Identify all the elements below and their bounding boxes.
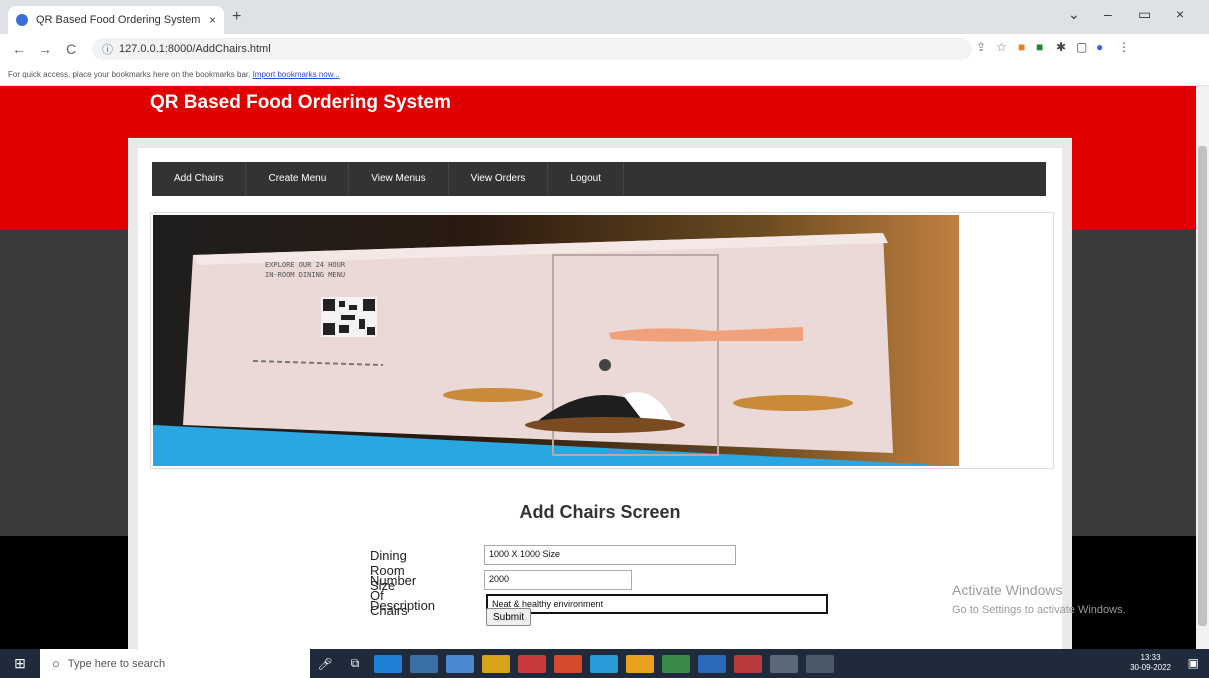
- sidepanel-icon[interactable]: ▢: [1076, 40, 1087, 54]
- banner-illustration: EXPLORE OUR 24 HOUR IN-ROOM DINING MENU: [153, 233, 959, 466]
- menu-item-view-orders[interactable]: View Orders: [449, 162, 549, 196]
- system-clock[interactable]: 13:33 30-09-2022: [1130, 653, 1171, 673]
- store-icon[interactable]: [410, 654, 438, 673]
- menu-item-view-menus[interactable]: View Menus: [349, 162, 449, 196]
- address-bar-row: ← → C ⓘ 127.0.0.1:8000/AddChairs.html: [0, 34, 1209, 64]
- tab-title: QR Based Food Ordering System: [36, 14, 201, 26]
- windows-start-icon[interactable]: ⊞: [0, 655, 40, 672]
- banner-text-2: IN-ROOM DINING MENU: [265, 271, 345, 279]
- microphone-icon[interactable]: 🎤︎: [310, 657, 340, 671]
- app-icon-1[interactable]: [446, 654, 474, 673]
- page-viewport: QR Based Food Ordering System Add Chairs…: [0, 86, 1196, 649]
- menu-item-create-menu[interactable]: Create Menu: [246, 162, 350, 196]
- url-text: 127.0.0.1:8000/AddChairs.html: [119, 43, 271, 55]
- search-icon: ○: [52, 656, 60, 671]
- windows-taskbar: ⊞ ○ Type here to search 🎤︎ ⧉ 13:33 30-09…: [0, 649, 1209, 678]
- site-info-icon[interactable]: ⓘ: [102, 41, 113, 57]
- nav-menu: Add Chairs Create Menu View Menus View O…: [152, 162, 1046, 196]
- app-icon-6[interactable]: [698, 654, 726, 673]
- file-explorer-icon[interactable]: [482, 654, 510, 673]
- import-bookmarks-link[interactable]: Import bookmarks now...: [253, 70, 340, 79]
- banner-frame: EXPLORE OUR 24 HOUR IN-ROOM DINING MENU: [150, 212, 1054, 469]
- banner-image: EXPLORE OUR 24 HOUR IN-ROOM DINING MENU: [153, 215, 959, 466]
- task-view-icon[interactable]: ⧉: [340, 656, 370, 671]
- edge-browser-icon[interactable]: [374, 654, 402, 673]
- number-of-chairs-input[interactable]: 2000: [484, 570, 632, 590]
- forward-button[interactable]: →: [32, 41, 58, 57]
- taskbar-search-input[interactable]: ○ Type here to search: [40, 649, 310, 678]
- notification-icon[interactable]: ▣: [1188, 656, 1199, 670]
- taskbar-search-placeholder: Type here to search: [67, 657, 166, 670]
- bookmarks-bar: For quick access, place your bookmarks h…: [0, 64, 1209, 86]
- menu-item-add-chairs[interactable]: Add Chairs: [152, 162, 247, 196]
- form-title: Add Chairs Screen: [519, 502, 681, 522]
- banner-text-1: EXPLORE OUR 24 HOUR: [265, 261, 346, 269]
- url-input[interactable]: ⓘ 127.0.0.1:8000/AddChairs.html: [92, 38, 972, 60]
- bookmarks-hint: For quick access, place your bookmarks h…: [8, 70, 251, 79]
- scrollbar-thumb[interactable]: [1198, 146, 1207, 626]
- tab-close-icon[interactable]: ×: [209, 13, 216, 27]
- back-button[interactable]: ←: [6, 41, 32, 57]
- watermark-line1: Activate Windows: [952, 582, 1063, 598]
- site-title: QR Based Food Ordering System: [150, 92, 451, 113]
- app-icon-3[interactable]: [554, 654, 582, 673]
- submit-button[interactable]: Submit: [486, 608, 532, 626]
- app-icon-8[interactable]: [770, 654, 798, 673]
- minimize-button[interactable]: –: [1104, 6, 1112, 22]
- clock-date: 30-09-2022: [1130, 663, 1171, 672]
- extension-fox-icon[interactable]: ■: [1018, 40, 1025, 54]
- close-window-button[interactable]: ×: [1176, 6, 1184, 22]
- extensions-puzzle-icon[interactable]: ✱: [1056, 40, 1066, 54]
- browser-tab[interactable]: QR Based Food Ordering System ×: [8, 6, 224, 34]
- extension-shield-icon[interactable]: ■: [1036, 40, 1043, 54]
- profile-icon[interactable]: ●: [1096, 40, 1103, 54]
- activate-windows-watermark: Activate Windows Go to Settings to activ…: [952, 582, 1126, 616]
- menu-item-logout[interactable]: Logout: [548, 162, 625, 196]
- app-icon-9[interactable]: [806, 654, 834, 673]
- dining-room-size-input[interactable]: 1000 X 1000 Size: [484, 545, 736, 565]
- app-icon-2[interactable]: [518, 654, 546, 673]
- watermark-line2: Go to Settings to activate Windows.: [952, 604, 1126, 616]
- browser-tabstrip: QR Based Food Ordering System × + ⌄ – ▭ …: [0, 0, 1209, 34]
- app-icon-7[interactable]: [734, 654, 762, 673]
- site-favicon-icon: [16, 14, 28, 26]
- main-container: Add Chairs Create Menu View Menus View O…: [128, 138, 1072, 649]
- reload-button[interactable]: C: [58, 41, 84, 57]
- app-icon-4[interactable]: [590, 654, 618, 673]
- maximize-button[interactable]: ▭: [1138, 6, 1151, 23]
- browser-menu-icon[interactable]: ⋮: [1118, 40, 1130, 54]
- description-label: Description: [370, 598, 436, 613]
- page-scrollbar[interactable]: [1196, 86, 1209, 649]
- dropdown-chevron-icon[interactable]: ⌄: [1068, 6, 1080, 23]
- chrome-icon[interactable]: [626, 654, 654, 673]
- clock-time: 13:33: [1140, 653, 1161, 662]
- share-icon[interactable]: ⇪: [976, 40, 986, 54]
- bookmark-star-icon[interactable]: ☆: [996, 40, 1007, 54]
- description-input[interactable]: Neat & healthy environment: [486, 594, 828, 614]
- new-tab-button[interactable]: +: [232, 8, 241, 26]
- app-icon-5[interactable]: [662, 654, 690, 673]
